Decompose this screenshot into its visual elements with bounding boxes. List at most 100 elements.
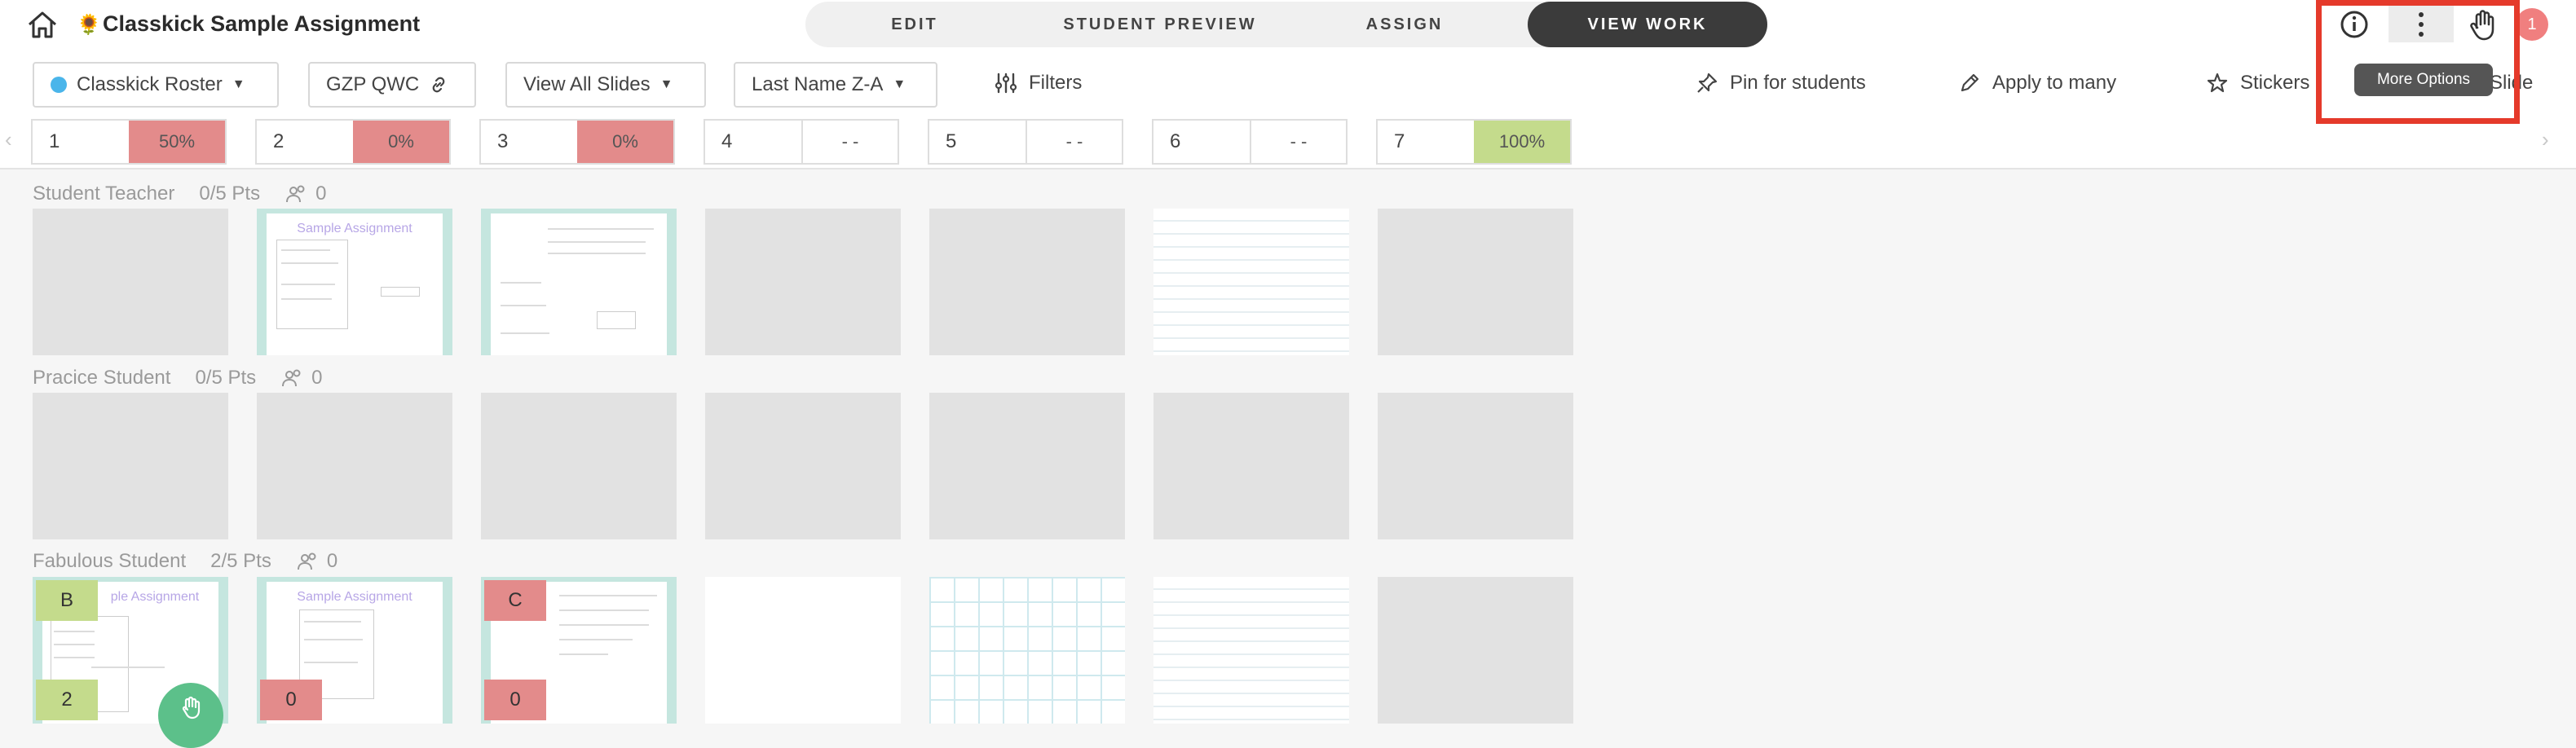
slide-selector-5[interactable]: 5- -	[928, 119, 1123, 165]
link-icon	[432, 77, 445, 93]
helpers-count: 0	[296, 550, 337, 573]
grade-tag[interactable]: 0	[484, 680, 546, 720]
student-name: Student Teacher	[33, 183, 175, 205]
slide-selector-2[interactable]: 2 0%	[255, 119, 451, 165]
highlight-annotation-box	[2316, 0, 2520, 124]
student-slide-thumbnail[interactable]	[1378, 209, 1573, 355]
slide-number: 5	[929, 121, 1026, 163]
slide-number: 4	[705, 121, 801, 163]
student-name: Pracice Student	[33, 367, 171, 389]
slides-filter-dropdown[interactable]: View All Slides ▼	[505, 62, 706, 108]
student-row-label[interactable]: Pracice Student 0/5 Pts 0	[33, 367, 323, 389]
helpers-value: 0	[311, 367, 323, 389]
slides-filter-label: View All Slides	[523, 73, 651, 95]
top-header: 🌻 Classkick Sample Assignment EDIT STUDE…	[0, 0, 2576, 49]
slide-number: 2	[257, 121, 353, 163]
people-icon	[286, 185, 305, 203]
thumbnail-title: Sample Assignment	[297, 590, 412, 604]
caret-down-icon: ▼	[659, 77, 673, 91]
student-slide-thumbnail[interactable]: Sample Assignment	[257, 209, 452, 355]
scroll-left-icon[interactable]: ‹	[5, 127, 12, 152]
mode-tabs: EDIT STUDENT PREVIEW ASSIGN VIEW WORK	[805, 2, 1767, 47]
student-slide-thumbnail[interactable]	[705, 393, 901, 539]
slide-completion: - -	[801, 121, 898, 163]
student-slide-thumbnail[interactable]	[705, 209, 901, 355]
sunflower-icon: 🌻	[77, 14, 101, 36]
student-name: Fabulous Student	[33, 550, 187, 572]
slide-number: 1	[33, 121, 129, 163]
student-slide-thumbnail[interactable]	[33, 393, 228, 539]
toolbar: Classkick Roster ▼ GZP QWC View All Slid…	[0, 49, 2576, 114]
tab-student-preview[interactable]: STUDENT PREVIEW	[1050, 2, 1270, 47]
grade-tag[interactable]: 2	[36, 680, 98, 720]
filters-label: Filters	[1029, 72, 1083, 94]
pencil-icon	[1961, 73, 1979, 92]
class-code-button[interactable]: GZP QWC	[308, 62, 476, 108]
student-slide-thumbnail[interactable]	[481, 209, 677, 355]
raise-hand-button[interactable]	[158, 683, 223, 748]
roster-dropdown[interactable]: Classkick Roster ▼	[33, 62, 279, 108]
tab-edit[interactable]: EDIT	[854, 2, 975, 47]
helpers-value: 0	[315, 183, 327, 205]
slide-completion: - -	[1026, 121, 1122, 163]
student-slide-thumbnail[interactable]	[1153, 393, 1349, 539]
thumbnail-title: Sample Assignment	[297, 222, 412, 235]
class-code-label: GZP QWC	[326, 73, 420, 95]
slide-selector-4[interactable]: 4- -	[704, 119, 899, 165]
caret-down-icon: ▼	[893, 77, 906, 91]
slide-completion: 0%	[353, 121, 449, 163]
slide-completion: 100%	[1474, 121, 1570, 163]
student-slide-thumbnail[interactable]	[257, 393, 452, 539]
slide-number: 3	[481, 121, 577, 163]
slide-completion: - -	[1250, 121, 1346, 163]
hand-icon	[182, 696, 201, 719]
student-slide-thumbnail[interactable]	[1378, 393, 1573, 539]
more-options-tooltip: More Options	[2354, 64, 2493, 96]
student-points: 0/5 Pts	[195, 367, 257, 389]
pin-icon	[1697, 73, 1718, 93]
tab-view-work[interactable]: VIEW WORK	[1528, 2, 1767, 47]
home-icon[interactable]	[26, 10, 59, 39]
star-icon	[2207, 73, 2228, 93]
student-slide-thumbnail[interactable]: Sample Assignment 0	[257, 577, 452, 724]
student-points: 0/5 Pts	[199, 183, 261, 205]
student-row-label[interactable]: Fabulous Student 2/5 Pts 0	[33, 550, 337, 573]
pin-for-students-button[interactable]: Pin for students	[1696, 68, 1866, 98]
notification-badge[interactable]: 1	[2516, 8, 2548, 41]
stickers-button[interactable]: Stickers	[2206, 68, 2309, 98]
grade-tag[interactable]: C	[484, 580, 546, 621]
student-slide-thumbnail[interactable]	[929, 209, 1125, 355]
slide-completion: 50%	[129, 121, 225, 163]
roster-color-dot	[51, 77, 67, 93]
filters-button[interactable]: Filters	[995, 68, 1082, 98]
student-slide-thumbnail[interactable]	[1153, 577, 1349, 724]
slide-selector-1[interactable]: 1 50%	[31, 119, 227, 165]
pin-label: Pin for students	[1730, 72, 1866, 94]
student-slide-thumbnail[interactable]	[481, 393, 677, 539]
slide-selector-6[interactable]: 6- -	[1152, 119, 1348, 165]
student-slide-thumbnail[interactable]	[705, 577, 901, 724]
grade-tag[interactable]: B	[36, 580, 98, 621]
slide-selector-3[interactable]: 3 0%	[479, 119, 675, 165]
student-slide-thumbnail[interactable]	[929, 393, 1125, 539]
caret-down-icon: ▼	[232, 77, 245, 91]
stickers-label: Stickers	[2240, 72, 2310, 94]
grade-tag[interactable]: 0	[260, 680, 322, 720]
student-slide-thumbnail[interactable]	[929, 577, 1125, 724]
slide-number: 6	[1153, 121, 1250, 163]
student-slide-thumbnail[interactable]	[1378, 577, 1573, 724]
tab-assign[interactable]: ASSIGN	[1343, 2, 1466, 47]
sort-dropdown[interactable]: Last Name Z-A ▼	[734, 62, 937, 108]
slide-strip: ‹ › 1 50% 2 0% 3 0% 4- -5- -6- -7 100%	[0, 114, 2576, 169]
helpers-count: 0	[285, 183, 326, 205]
people-icon	[297, 552, 316, 570]
student-slide-thumbnail[interactable]	[33, 209, 228, 355]
apply-to-many-button[interactable]: Apply to many	[1958, 68, 2116, 98]
slide-completion: 0%	[577, 121, 673, 163]
scroll-right-icon[interactable]: ›	[2542, 127, 2549, 152]
student-slide-thumbnail[interactable]	[1153, 209, 1349, 355]
student-row-label[interactable]: Student Teacher 0/5 Pts 0	[33, 183, 326, 205]
student-slide-thumbnail[interactable]: C 0	[481, 577, 677, 724]
student-points: 2/5 Pts	[210, 550, 271, 572]
slide-selector-7[interactable]: 7 100%	[1376, 119, 1572, 165]
